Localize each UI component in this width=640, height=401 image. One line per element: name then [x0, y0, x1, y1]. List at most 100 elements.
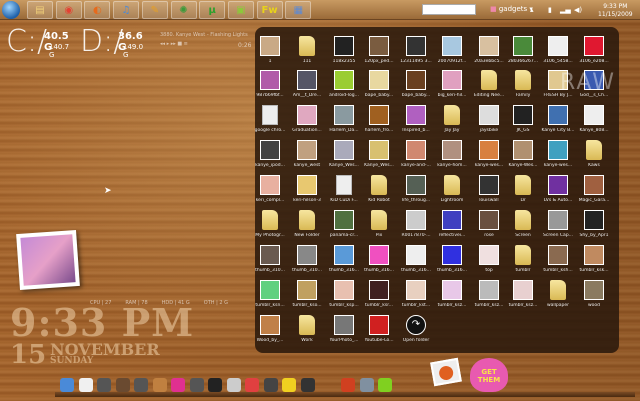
- app-blue-icon[interactable]: ▦: [285, 1, 312, 19]
- folder-item[interactable]: 12311495 3...: [398, 36, 434, 64]
- folder-item[interactable]: keri_compl...: [252, 175, 288, 203]
- itunes-icon[interactable]: ♫: [113, 1, 140, 19]
- folder-item[interactable]: R0017870-...: [398, 210, 434, 238]
- dock-app-icon[interactable]: [300, 378, 315, 392]
- folder-item[interactable]: tumblr: [505, 245, 541, 273]
- folder-item[interactable]: bape_baby...: [361, 70, 397, 98]
- dock-app-icon[interactable]: [189, 378, 204, 392]
- folder-item[interactable]: tumblr_ksn...: [252, 280, 288, 308]
- chrome-icon[interactable]: ◉: [55, 1, 82, 19]
- folder-item[interactable]: Pix: [361, 210, 397, 238]
- folder-item[interactable]: Work: [289, 315, 325, 343]
- folder-item[interactable]: thumb_316...: [398, 245, 434, 273]
- dock-app-icon[interactable]: [60, 378, 74, 392]
- folder-item[interactable]: Kaws: [576, 140, 612, 168]
- app-lime-icon[interactable]: ▣: [227, 1, 254, 19]
- folder-item[interactable]: Kanye City B...: [540, 105, 576, 133]
- start-button[interactable]: [2, 1, 20, 19]
- folder-item[interactable]: kanye-wes...: [471, 140, 507, 168]
- folder-item[interactable]: jaysbike: [471, 105, 507, 133]
- folder-item[interactable]: top: [471, 245, 507, 273]
- folder-item[interactable]: tumblr_kst...: [398, 280, 434, 308]
- network-icon[interactable]: ▂▄: [560, 6, 571, 14]
- folder-item[interactable]: Am__t_Dre...: [289, 70, 325, 98]
- folder-item[interactable]: panama-cr...: [326, 210, 362, 238]
- folder-item[interactable]: New Folder: [289, 210, 325, 238]
- folder-item[interactable]: thumb_316...: [361, 245, 397, 273]
- dock-app-icon[interactable]: [341, 378, 355, 392]
- dock-app-icon[interactable]: [97, 378, 111, 392]
- folder-item[interactable]: thumb_316...: [326, 245, 362, 273]
- app-pen-icon[interactable]: ✎: [141, 1, 168, 19]
- folder-item[interactable]: Screen Cap...: [540, 210, 576, 238]
- dock-app-icon[interactable]: [378, 378, 392, 392]
- firefox-icon[interactable]: ◐: [84, 1, 111, 19]
- volume-icon[interactable]: ◀): [574, 6, 582, 14]
- folder-item[interactable]: Kanye_808...: [576, 105, 612, 133]
- dock-app-icon[interactable]: [359, 378, 374, 392]
- folder-item[interactable]: thumb_310...: [252, 245, 288, 273]
- folder-item[interactable]: Wood_by_...: [252, 315, 288, 343]
- folder-item[interactable]: 20a3ebbc5...: [471, 36, 507, 64]
- dock-app-icon[interactable]: [208, 378, 222, 392]
- action-center-icon[interactable]: ▮: [548, 6, 552, 14]
- folder-item[interactable]: life_throug...: [398, 175, 434, 203]
- folder-item[interactable]: Graduation...: [289, 105, 325, 133]
- taskbar-clock[interactable]: 9:33 PM 11/15/2009: [598, 3, 633, 19]
- folder-item[interactable]: thumb_316...: [434, 245, 470, 273]
- tray-expand-icon[interactable]: ▴: [530, 6, 534, 14]
- folder-item[interactable]: 280366267...: [505, 36, 541, 64]
- folder-item[interactable]: wallpaper: [540, 280, 576, 308]
- folder-item[interactable]: kanye-wes...: [540, 140, 576, 168]
- dock-app-icon[interactable]: [78, 378, 93, 392]
- folder-item[interactable]: Youtube-Lo...: [361, 315, 397, 343]
- folder-item[interactable]: Lightroom: [434, 175, 470, 203]
- utorrent-icon[interactable]: µ: [199, 1, 226, 19]
- folder-item[interactable]: Shy_by_Apr1: [576, 210, 612, 238]
- folder-item[interactable]: kanye-hom...: [434, 140, 470, 168]
- folder-item[interactable]: louiswall: [471, 175, 507, 203]
- folder-item[interactable]: LVs & Auto...: [540, 175, 576, 203]
- get-them-heart-icon[interactable]: GET THEM: [470, 358, 508, 392]
- folder-item[interactable]: 20070912f...: [434, 36, 470, 64]
- photos-stack-icon[interactable]: [430, 357, 462, 387]
- dock-app-icon[interactable]: [134, 378, 148, 392]
- folder-item[interactable]: google chro...: [252, 105, 288, 133]
- folder-item[interactable]: reflectivei...: [434, 210, 470, 238]
- folder-item[interactable]: Harlem_Da...: [326, 105, 362, 133]
- folder-item[interactable]: Screen: [505, 210, 541, 238]
- dock-app-icon[interactable]: [115, 378, 130, 392]
- folder-item[interactable]: keri-hilson-3: [289, 175, 325, 203]
- folder-item[interactable]: My Photogr...: [252, 210, 288, 238]
- folder-item[interactable]: tumblr_ksp...: [326, 280, 362, 308]
- folder-item[interactable]: LV: [505, 175, 541, 203]
- fireworks-icon[interactable]: Fw: [256, 1, 283, 19]
- gadgets-toolbar[interactable]: ■ gadgets ▾: [490, 5, 533, 13]
- folder-item[interactable]: tumblr_ksh...: [540, 245, 576, 273]
- folder-item[interactable]: 987b69fbf...: [252, 70, 288, 98]
- folder-item[interactable]: Kid Robot: [361, 175, 397, 203]
- folder-item[interactable]: 118x2355: [326, 36, 362, 64]
- folder-item[interactable]: Magic_Gara...: [576, 175, 612, 203]
- folder-item[interactable]: kanye_ipod...: [252, 140, 288, 168]
- dock-app-icon[interactable]: [171, 378, 185, 392]
- folder-item[interactable]: Editing Nee...: [471, 70, 507, 98]
- folder-item[interactable]: 3106_e208...: [576, 36, 612, 64]
- folder-item[interactable]: 111: [289, 36, 325, 64]
- folder-item[interactable]: 1: [252, 36, 288, 64]
- folder-item[interactable]: 3106_5458...: [540, 36, 576, 64]
- folder-item[interactable]: harlem_fro...: [361, 105, 397, 133]
- dock-app-icon[interactable]: [245, 378, 259, 392]
- folder-item[interactable]: Jay Jay: [434, 105, 470, 133]
- folder-item[interactable]: Kanye_Wes...: [361, 140, 397, 168]
- dock-app-icon[interactable]: [263, 378, 278, 392]
- folder-item[interactable]: kanye_west: [289, 140, 325, 168]
- search-input[interactable]: [422, 4, 476, 15]
- folder-item[interactable]: Kanye_Wes...: [326, 140, 362, 168]
- folder-item[interactable]: tumblr_ksr...: [361, 280, 397, 308]
- folder-item[interactable]: bape_baby...: [398, 70, 434, 98]
- folder-item[interactable]: YourPhoto_...: [326, 315, 362, 343]
- explorer-icon[interactable]: ▤: [27, 1, 53, 19]
- folder-item[interactable]: tumblr_ksz...: [471, 280, 507, 308]
- folder-item[interactable]: JK_GS: [505, 105, 541, 133]
